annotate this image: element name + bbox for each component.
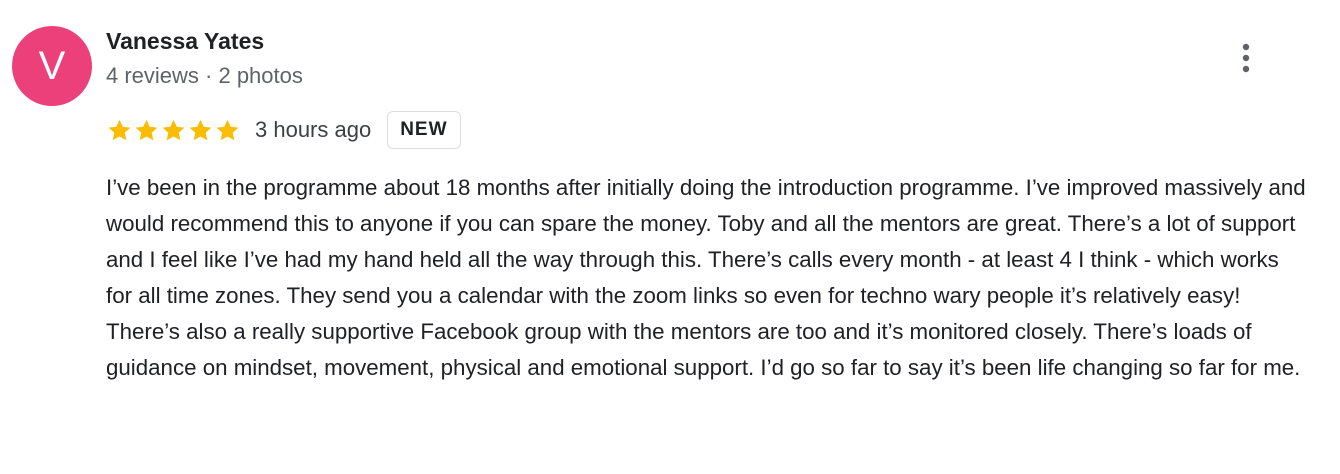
new-badge: NEW (387, 111, 461, 149)
star-icon (108, 119, 131, 140)
more-vert-icon[interactable] (1232, 42, 1260, 74)
review-time: 3 hours ago (255, 117, 372, 142)
reviewer-name[interactable]: Vanessa Yates (106, 28, 264, 55)
review-text: I’ve been in the programme about 18 mont… (106, 175, 1306, 380)
star-rating (106, 117, 241, 144)
star-icon (135, 119, 158, 140)
avatar[interactable]: V (12, 26, 92, 106)
star-icon (216, 119, 239, 140)
star-icon (162, 119, 185, 140)
reviewer-meta: 4 reviews · 2 photos (106, 63, 303, 88)
rating-row: 3 hours ago NEW (106, 108, 461, 152)
star-icon (189, 119, 212, 140)
